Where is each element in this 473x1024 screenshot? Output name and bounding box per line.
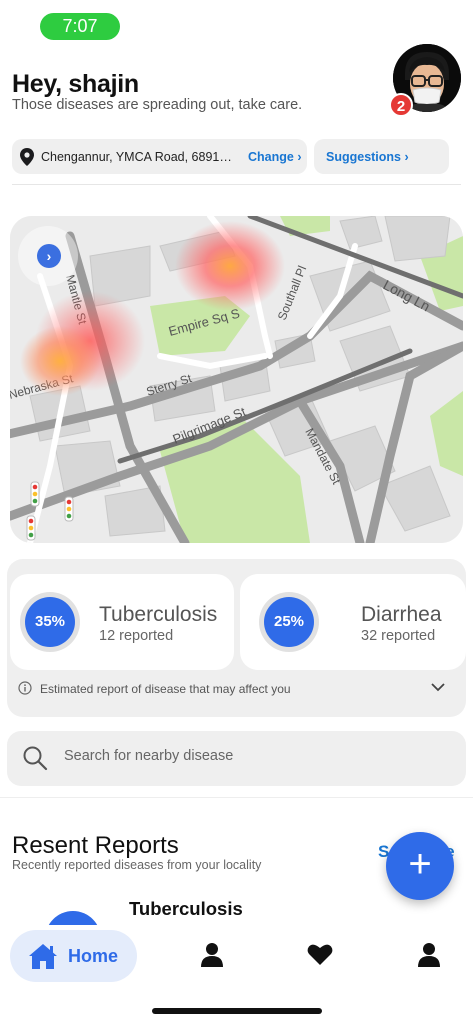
- disease-name: Diarrhea: [361, 603, 442, 626]
- add-report-button[interactable]: +: [386, 832, 454, 900]
- traffic-light-icon: [64, 496, 74, 522]
- location-address: Chengannur, YMCA Road, 689121, ...: [41, 149, 237, 164]
- stat-card-tuberculosis[interactable]: 35% Tuberculosis 12 reported: [10, 574, 234, 670]
- traffic-light-icon: [26, 515, 36, 541]
- traffic-light-icon: [30, 481, 40, 507]
- disease-report-count: 12 reported: [99, 628, 174, 644]
- percent-value: 25%: [264, 597, 314, 647]
- suggestions-label: Suggestions: [326, 149, 402, 164]
- home-label: Home: [68, 945, 119, 966]
- greeting-title: Hey, shajin: [12, 70, 139, 98]
- percent-value: 35%: [25, 597, 75, 647]
- map-expand-button[interactable]: ›: [37, 244, 61, 268]
- disease-heatmap-map[interactable]: Long Ln Southall Pl Empire Sq S Nebraska…: [10, 216, 463, 543]
- heart-icon[interactable]: [307, 942, 333, 966]
- change-location-link[interactable]: Change ›: [248, 150, 302, 164]
- percent-ring: 25%: [259, 592, 319, 652]
- home-icon: [29, 943, 57, 969]
- heat-spot-west-core: [20, 326, 100, 396]
- notification-badge: 2: [389, 93, 413, 117]
- search-input[interactable]: [64, 748, 444, 764]
- heat-spot-north: [175, 221, 285, 311]
- nav-tab-home[interactable]: Home: [10, 930, 137, 982]
- info-icon: [18, 681, 32, 695]
- chevron-down-icon[interactable]: [431, 682, 445, 692]
- greeting-subtitle: Those diseases are spreading out, take c…: [12, 97, 303, 113]
- stats-note: Estimated report of disease that may aff…: [40, 682, 291, 696]
- status-time: 7:07: [40, 13, 120, 40]
- home-indicator: [152, 1008, 322, 1014]
- person-icon[interactable]: [200, 942, 224, 968]
- suggestions-button[interactable]: Suggestions ›: [314, 139, 449, 174]
- disease-report-count: 32 reported: [361, 628, 436, 644]
- profile-icon[interactable]: [417, 942, 441, 968]
- chevron-right-icon: ›: [404, 149, 409, 164]
- chevron-right-icon: ›: [46, 248, 52, 264]
- reports-subtitle: Recently reported diseases from your loc…: [12, 858, 262, 872]
- plus-icon: +: [408, 842, 432, 886]
- location-chip[interactable]: Chengannur, YMCA Road, 689121, ... Chang…: [12, 139, 307, 174]
- section-divider: [0, 797, 473, 798]
- stat-card-diarrhea[interactable]: 25% Diarrhea 32 reported: [240, 574, 466, 670]
- change-label: Change: [248, 149, 294, 164]
- chevron-right-icon: ›: [297, 149, 302, 164]
- disease-name: Tuberculosis: [99, 603, 218, 626]
- header-divider: [12, 184, 461, 185]
- reports-title: Resent Reports: [12, 832, 179, 859]
- percent-ring: 35%: [20, 592, 80, 652]
- map-canvas: Long Ln Southall Pl Empire Sq S Nebraska…: [10, 216, 463, 543]
- search-icon: [23, 746, 48, 771]
- report-item-title[interactable]: Tuberculosis: [129, 898, 243, 920]
- location-pin-icon: [20, 147, 34, 166]
